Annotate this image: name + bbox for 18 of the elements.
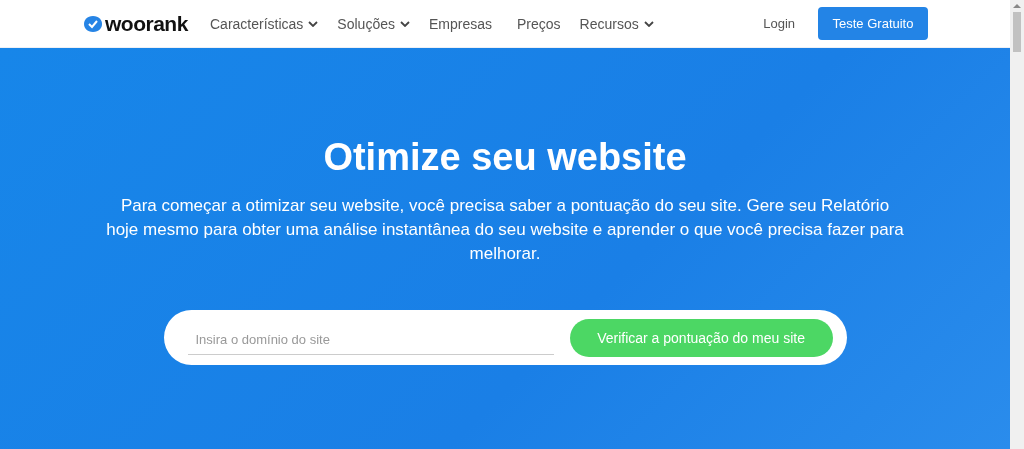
nav-link[interactable]: Soluções [337, 15, 410, 32]
nav-link[interactable]: Empresas [428, 15, 492, 32]
scroll-up-icon[interactable] [1013, 4, 1021, 8]
logo-wordmark[interactable]: woorank [105, 11, 188, 36]
free-trial-button[interactable]: Teste Gratuito [818, 7, 928, 40]
nav-link[interactable]: Recursos [579, 15, 654, 32]
login-link[interactable]: Login [763, 16, 795, 31]
chevron-down-icon [399, 20, 410, 27]
scrollbar[interactable] [1010, 0, 1024, 449]
domain-input-field[interactable]: Insira o domínio do site [187, 320, 554, 355]
chevron-down-icon [308, 20, 319, 27]
nav-link[interactable]: Características [210, 15, 319, 32]
check-badge-icon [83, 14, 103, 33]
scrollbar-thumb[interactable] [1013, 12, 1021, 52]
nav-link[interactable]: Preços [517, 15, 561, 32]
hero-description: Para começar a otimizar seu website, você precisa saber a pontuação do seu site. Gere seu Relatório hoje mesmo para obter uma análise instantânea do seu website e aprender o que você precisa fazer para melhorar. [105, 195, 905, 265]
chevron-down-icon [643, 20, 654, 27]
hero-title: Otimize seu website [323, 135, 687, 180]
